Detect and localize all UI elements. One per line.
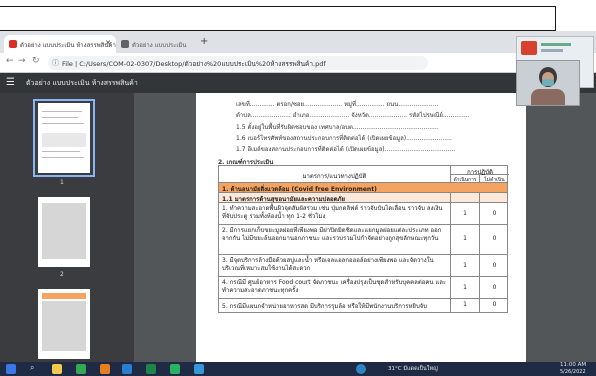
thumbnail-number-2: 2 [60,271,64,278]
row-not-done: 0 [492,262,497,269]
table-row: 4. กรณีมี ศูนย์อาหาร Food court จัดภาชนะ… [218,277,508,299]
face-mask [542,79,554,86]
app-icon[interactable] [100,364,110,374]
person-body [531,89,565,105]
windows-taskbar: ⌕ 31°C มีแดดเป็นใหญ่ 11:00 AM 5/26/2022 [0,362,596,376]
url-input[interactable]: ⓘ File | C:/Users/COM-02-0307/Desktop/ตั… [48,56,428,70]
address-bar: ← → ↻ ⓘ File | C:/Users/COM-02-0307/Desk… [0,53,596,73]
row-not-done: 0 [492,235,497,242]
table-row: 5. กรณีมีแผนกจำหน่ายอาหารสด มีบริการรุมล… [218,299,508,313]
item-1-5: 1.5 ตั้งอยู่ในพื้นที่รับผิดชอบของ เทศบาล… [236,124,439,131]
row-text: 5. กรณีมีแผนกจำหน่ายอาหารสด มีบริการรุมล… [219,299,451,312]
tab-label: ตัวอย่าง แบบประเมิน ห้างสรรพสินค้า [20,42,116,49]
row-done: 1 [451,203,480,224]
thumbnail-sidebar[interactable]: 1 2 [0,93,134,362]
pdf-page: เลขที่............. ตรอก/ซอย............… [196,93,526,362]
tab-label: ตัวอย่าง แบบประเมิน [132,42,187,49]
row-text: 2. มีการแยกเก็บขยะมูลฝอยที่เพียงพอ มีฝาป… [219,225,451,254]
item-1-7: 1.7 อีเมล์ของสถานประกอบการที่ติดต่อได้ (… [236,146,456,153]
clock-time[interactable]: 11:00 AM [560,362,586,368]
webcam-bar [541,43,571,46]
row-not-done: 0 [492,210,497,217]
subcategory-row: 1.1 มาตรการด้านสุขอนามัยและความปลอดภัย [218,193,508,203]
tab-bar: ตัวอย่าง แบบประเมิน ห้างสรรพสินค้า ✕ ตัว… [0,31,596,53]
thumbnail-page-3[interactable] [38,289,90,359]
windows-start-icon[interactable] [6,364,16,374]
tab-active-pdf[interactable]: ตัวอย่าง แบบประเมิน ห้างสรรพสินค้า ✕ [4,35,116,53]
pdf-title: ตัวอย่าง แบบประเมิน ห้างสรรพสินค้า [26,79,138,87]
district-line: ตำบล..................... อำเภอ.........… [236,112,470,119]
thumbnail-number-1: 1 [60,179,64,186]
pdf-viewer[interactable]: 1 2 เลขที่............. ตรอก/ซอย........… [0,93,596,362]
row-text: 3. มีจุดบริการล้างมือด้วยสบู่และน้ำ หรือ… [219,255,451,276]
table-header: มาตรการ/แนวทางปฏิบัติ การปฏิบัติ ดำเนินก… [218,165,509,184]
table-row: 1. ทำความสะอาดพื้นผิวจุดสัมผัสร่วม เช่น … [218,203,508,225]
row-done: 1 [451,277,480,298]
app-icon[interactable] [122,364,132,374]
thumbnail-page-2[interactable] [38,197,90,267]
webcam-video [516,60,580,106]
clock-date[interactable]: 5/26/2022 [560,369,586,375]
row-done: 1 [451,255,480,276]
category-label: 1. ด้านอนามัยสิ่งแวดล้อม (Covid free Env… [222,186,377,192]
new-tab-icon[interactable]: + [200,36,208,47]
line-icon[interactable] [170,364,180,374]
weather-icon[interactable] [356,364,366,374]
reload-icon[interactable]: ↻ [32,56,40,66]
row-not-done: 0 [492,301,497,308]
table-row: 2. มีการแยกเก็บขยะมูลฝอยที่เพียงพอ มีฝาป… [218,225,508,255]
item-1-6: 1.6 เบอร์โทรศัพท์ของสถานประกอบการที่ติดต… [236,135,452,142]
subcategory-label: 1.1 มาตรการด้านสุขอนามัยและความปลอดภัย [219,193,451,202]
address-line: เลขที่............. ตรอก/ซอย............… [236,101,439,108]
pdf-favicon-icon [9,40,17,48]
header-measures: มาตรการ/แนวทางปฏิบัติ [219,166,451,182]
screenshot-stage: ตัวอย่าง แบบประเมิน ห้างสรรพสินค้า ✕ ตัว… [0,0,596,376]
row-text: 4. กรณีมี ศูนย์อาหาร Food court จัดภาชนะ… [219,277,451,298]
excel-icon[interactable] [146,364,156,374]
category-row: 1. ด้านอนามัยสิ่งแวดล้อม (Covid free Env… [218,183,508,193]
chrome-icon[interactable] [76,364,86,374]
row-text: 1. ทำความสะอาดพื้นผิวจุดสัมผัสร่วม เช่น … [219,203,451,224]
row-not-done: 0 [492,284,497,291]
weather-text[interactable]: 31°C มีแดดเป็นใหญ่ [388,365,438,373]
table-row: 3. มีจุดบริการล้างมือด้วยสบู่และน้ำ หรือ… [218,255,508,277]
thumbnail-page-1[interactable] [38,103,90,173]
info-icon: ⓘ [52,59,59,67]
pdf-toolbar: ☰ ตัวอย่าง แบบประเมิน ห้างสรรพสินค้า [0,73,596,93]
file-explorer-icon[interactable] [52,364,62,374]
row-done: 1 [451,299,480,312]
url-text: File | C:/Users/COM-02-0307/Desktop/ตัวอ… [62,60,326,68]
tab-second[interactable]: ตัวอย่าง แบบประเมิน [116,35,196,53]
browser-window: ตัวอย่าง แบบประเมิน ห้างสรรพสินค้า ✕ ตัว… [0,31,596,362]
forward-icon[interactable]: → [18,56,26,66]
webcam-bar [541,49,563,52]
page-favicon-icon [121,40,129,48]
logo-icon [521,41,537,55]
menu-icon[interactable]: ☰ [6,77,15,88]
frame-top-line [0,6,556,7]
row-done: 1 [451,225,480,254]
search-icon[interactable]: ⌕ [30,363,40,373]
back-icon[interactable]: ← [6,56,14,66]
close-tab-icon[interactable]: ✕ [105,39,111,47]
app-icon[interactable] [194,364,204,374]
header-practice: การปฏิบัติ [451,166,509,176]
